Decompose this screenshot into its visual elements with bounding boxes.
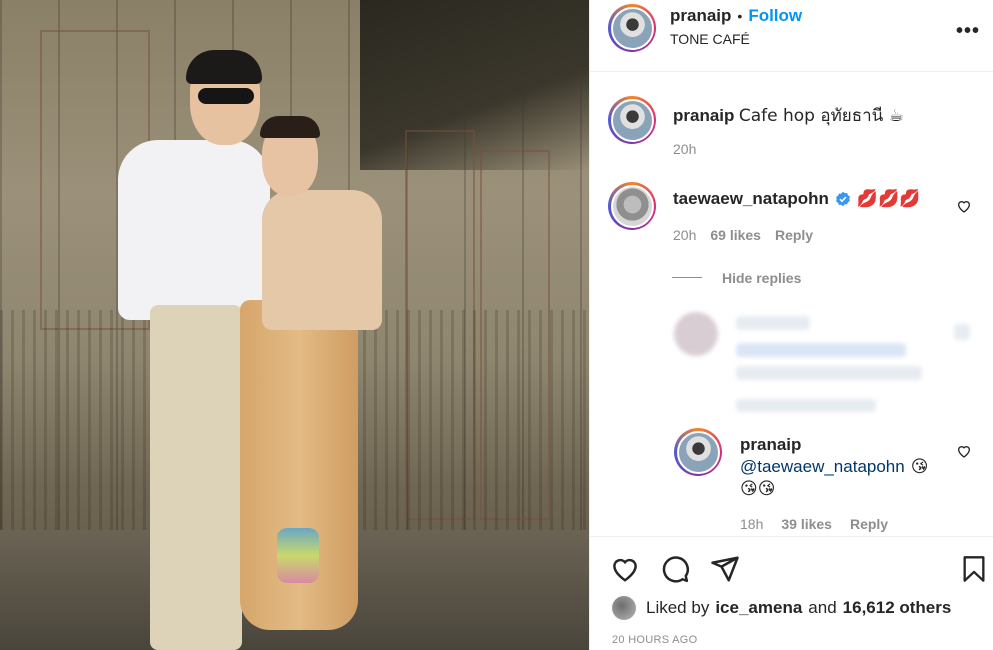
reply-author-avatar[interactable]	[674, 428, 722, 476]
woman-hair	[260, 116, 320, 138]
blurred-text-line	[736, 366, 922, 380]
liked-by-user[interactable]: ice_amena	[715, 598, 802, 618]
liked-by-prefix: Liked by	[646, 598, 710, 617]
author-avatar[interactable]	[608, 4, 656, 52]
liked-by-others[interactable]: 16,612 others	[843, 598, 952, 618]
comment-time: 20h	[673, 227, 697, 243]
man-hair	[186, 50, 262, 84]
blurred-meta	[736, 399, 876, 412]
hide-replies-button[interactable]: Hide replies	[722, 270, 801, 286]
post-side-panel: pranaip • Follow TONE CAFÉ ••• pranaip C…	[589, 0, 993, 650]
comment-row: taewaew_natapohn 💋💋💋	[673, 189, 920, 209]
author-username[interactable]: pranaip	[670, 6, 731, 26]
post-timestamp[interactable]: 20 HOURS AGO	[612, 634, 698, 646]
reply-meta: 18h 39 likes Reply	[740, 516, 888, 532]
comment-meta: 20h 69 likes Reply	[673, 227, 813, 243]
more-options-icon[interactable]: •••	[956, 20, 980, 43]
reply-mention[interactable]: @taewaew_natapohn	[740, 457, 905, 477]
post-location[interactable]: TONE CAFÉ	[670, 31, 750, 47]
reply-like-heart-icon[interactable]	[956, 443, 972, 459]
woman-basket	[277, 528, 319, 583]
heart-icon[interactable]	[610, 554, 640, 584]
replies-divider	[672, 277, 702, 278]
blurred-username	[736, 316, 810, 330]
man-sunglasses	[198, 88, 254, 104]
caption-time: 20h	[673, 141, 697, 157]
caption-username[interactable]: pranaip	[673, 106, 734, 125]
comment-like-heart-icon[interactable]	[956, 198, 972, 214]
commenter-avatar[interactable]	[608, 182, 656, 230]
bookmark-icon[interactable]	[960, 554, 988, 584]
comment-username[interactable]: taewaew_natapohn	[673, 189, 829, 209]
reply-likes-count[interactable]: 39 likes	[781, 516, 832, 532]
caption-text: pranaip Cafe hop อุทัยธานี ☕	[673, 102, 904, 129]
caption-body: Cafe hop อุทัยธานี ☕	[738, 106, 904, 126]
man-shirt	[118, 140, 270, 320]
man-pants	[150, 305, 242, 650]
share-icon[interactable]	[710, 554, 740, 584]
blurred-text-line	[736, 343, 906, 357]
dot-separator: •	[737, 8, 743, 24]
follow-button[interactable]: Follow	[748, 6, 802, 26]
post-photo[interactable]	[0, 0, 589, 650]
liked-by-row: Liked by ice_amena and 16,612 others	[612, 596, 951, 620]
reply-text-line2: 😘😘	[740, 479, 776, 499]
post-header: pranaip • Follow TONE CAFÉ •••	[590, 0, 993, 72]
blurred-heart	[954, 324, 970, 340]
verified-badge-icon	[835, 191, 850, 207]
actions-divider	[590, 536, 993, 537]
comment-body: 💋💋💋	[856, 189, 921, 209]
comment-reply-button[interactable]: Reply	[775, 227, 813, 243]
liker-avatar[interactable]	[612, 596, 636, 620]
caption-author-avatar[interactable]	[608, 96, 656, 144]
post-action-bar	[590, 548, 993, 592]
woman-lace-top	[262, 190, 382, 330]
liked-by-middle: and	[808, 598, 837, 617]
blurred-avatar	[674, 312, 718, 356]
reply-emoji-1: 😘	[910, 457, 929, 477]
comment-icon[interactable]	[660, 554, 690, 584]
reply-time: 18h	[740, 516, 764, 532]
comment-likes-count[interactable]: 69 likes	[710, 227, 761, 243]
reply-username[interactable]: pranaip	[740, 435, 801, 455]
reply-text-line1: @taewaew_natapohn 😘	[740, 457, 928, 477]
reply-reply-button[interactable]: Reply	[850, 516, 888, 532]
